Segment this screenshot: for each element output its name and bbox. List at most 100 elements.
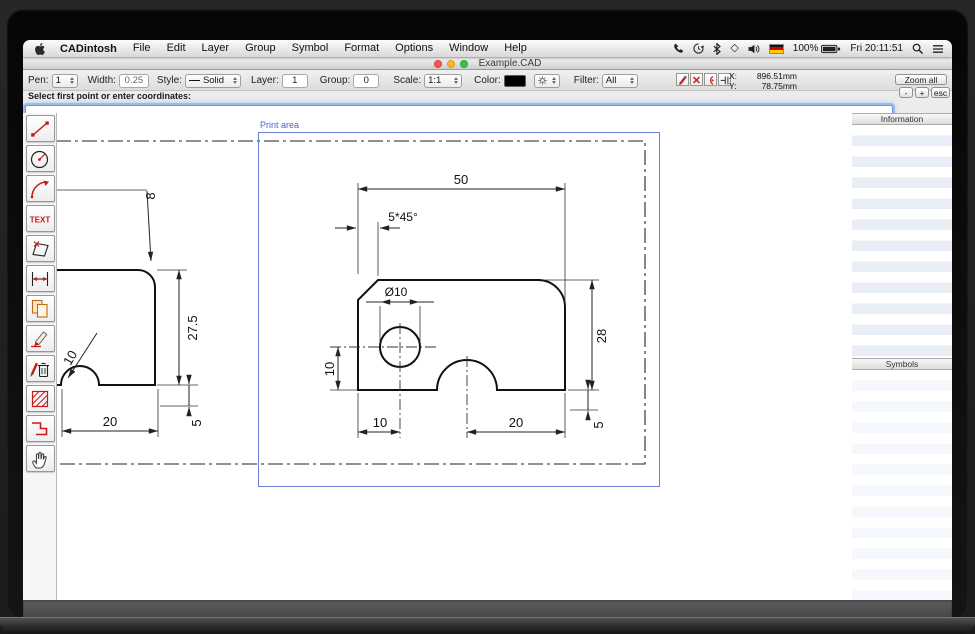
dim-left-arc-radius: 10	[60, 348, 80, 368]
close-button[interactable]	[434, 60, 442, 68]
tool-circle[interactable]	[26, 145, 55, 172]
drawing-canvas[interactable]: Print area 8 27.5 10	[57, 113, 852, 600]
filter-label: Filter:	[574, 75, 599, 86]
pen-icon	[677, 74, 688, 86]
menu-layer[interactable]: Layer	[194, 40, 238, 57]
layer-label: Layer:	[251, 75, 279, 86]
color-label: Color:	[474, 75, 501, 86]
tool-hatch[interactable]	[26, 385, 55, 412]
zoom-in-button[interactable]: +	[915, 87, 929, 98]
time-machine-icon[interactable]	[693, 43, 704, 54]
spotlight-icon[interactable]	[912, 43, 923, 54]
dim-width-50: 50	[454, 172, 468, 187]
menu-edit[interactable]: Edit	[159, 40, 194, 57]
tool-delete[interactable]	[26, 355, 55, 382]
screen: CADintosh File Edit Layer Group Symbol F…	[23, 40, 952, 618]
technical-drawing: Print area 8 27.5 10	[57, 113, 852, 600]
svg-text:TEXT: TEXT	[30, 215, 51, 224]
filter-dropdown[interactable]: All	[602, 74, 638, 88]
phone-icon[interactable]	[673, 43, 684, 54]
tool-modify[interactable]	[26, 325, 55, 352]
tool-arc[interactable]	[26, 175, 55, 202]
stepper-icon	[70, 77, 74, 85]
menu-app-name[interactable]: CADintosh	[52, 43, 125, 55]
shapes-icon[interactable]: ◇	[730, 40, 738, 57]
dim-left-radius: 8	[143, 192, 158, 199]
width-field[interactable]: 0.25	[119, 74, 149, 88]
gear-icon	[538, 76, 547, 85]
tool-dimension[interactable]	[26, 265, 55, 292]
menu-options[interactable]: Options	[387, 40, 441, 57]
settings-dropdown[interactable]	[534, 74, 560, 88]
bluetooth-icon[interactable]	[713, 43, 721, 55]
minimize-button[interactable]	[447, 60, 455, 68]
battery-icon	[821, 44, 841, 54]
toolbar: Pen: 1 Width: 0.25 Style: Solid Layer: 1	[23, 70, 952, 91]
menu-window[interactable]: Window	[441, 40, 496, 57]
input-source-flag-german[interactable]	[769, 44, 784, 54]
delete-mode-toggle[interactable]	[690, 73, 703, 86]
scale-dropdown[interactable]: 1:1	[424, 74, 462, 88]
dim-chamfer: 5*45°	[388, 210, 418, 224]
battery-status[interactable]: 100%	[793, 43, 842, 54]
y-label: Y:	[729, 82, 739, 92]
window-title: Example.CAD	[479, 58, 542, 69]
title-bar[interactable]: Example.CAD	[23, 57, 952, 70]
style-dropdown[interactable]: Solid	[185, 74, 241, 88]
dim-hole-offset: 10	[322, 362, 337, 376]
half-circle-icon	[705, 74, 716, 86]
information-list[interactable]	[852, 125, 952, 358]
stepper-icon	[630, 77, 634, 85]
snap-toggle-group	[676, 73, 731, 86]
pen-mode-toggle[interactable]	[676, 73, 689, 86]
dim-hole-diameter: Ø10	[385, 285, 408, 299]
width-label: Width:	[88, 75, 116, 86]
apple-menu-icon[interactable]	[33, 43, 52, 55]
y-value: 78.75mm	[743, 82, 797, 92]
tool-polyline[interactable]	[26, 415, 55, 442]
dim-left-height: 27.5	[185, 315, 200, 340]
tool-line[interactable]	[26, 115, 55, 142]
dim-left-step: 5	[189, 419, 204, 426]
stepper-icon	[454, 77, 458, 85]
dim-height-28: 28	[594, 329, 609, 343]
zoom-all-button[interactable]: Zoom all	[895, 74, 947, 85]
menu-clock[interactable]: Fri 20:11:51	[850, 43, 903, 54]
coordinate-readout: X: 896.51mm Y: 78.75mm	[729, 72, 797, 91]
pen-dropdown[interactable]: 1	[52, 74, 78, 88]
layer-field[interactable]: 1	[282, 74, 308, 88]
group-label: Group:	[320, 75, 351, 86]
dim-left-offset-10: 10	[373, 415, 387, 430]
menu-symbol[interactable]: Symbol	[284, 40, 337, 57]
style-label: Style:	[157, 75, 182, 86]
tool-text[interactable]: TEXT	[26, 205, 55, 232]
menu-bar: CADintosh File Edit Layer Group Symbol F…	[23, 40, 952, 57]
dim-notch-offset-20: 20	[509, 415, 523, 430]
dim-step-5: 5	[591, 421, 606, 428]
battery-percent: 100%	[793, 43, 819, 54]
scale-label: Scale:	[393, 75, 421, 86]
arc-mode-toggle[interactable]	[704, 73, 717, 86]
zoom-out-button[interactable]: -	[899, 87, 913, 98]
dim-left-width: 20	[103, 414, 117, 429]
laptop-mockup: CADintosh File Edit Layer Group Symbol F…	[0, 0, 975, 634]
cross-icon	[691, 74, 702, 86]
tool-polygon[interactable]	[26, 235, 55, 262]
esc-button[interactable]: esc	[931, 87, 950, 98]
tool-pan[interactable]	[26, 445, 55, 472]
zoom-button[interactable]	[460, 60, 468, 68]
prompt-text: Select first point or enter coordinates:	[28, 91, 191, 101]
menu-help[interactable]: Help	[496, 40, 535, 57]
symbols-list[interactable]	[852, 370, 952, 600]
notification-center-icon[interactable]	[932, 44, 944, 54]
menu-group[interactable]: Group	[237, 40, 284, 57]
menu-format[interactable]: Format	[336, 40, 387, 57]
volume-icon[interactable]	[748, 44, 760, 54]
color-swatch[interactable]	[504, 75, 526, 87]
tool-copy[interactable]	[26, 295, 55, 322]
menu-status-area: ◇ 100% Fri 20:11:51	[673, 40, 944, 57]
menu-left: CADintosh File Edit Layer Group Symbol F…	[33, 40, 535, 57]
menu-file[interactable]: File	[125, 40, 159, 57]
group-field[interactable]: 0	[353, 74, 379, 88]
stepper-icon	[233, 77, 237, 85]
